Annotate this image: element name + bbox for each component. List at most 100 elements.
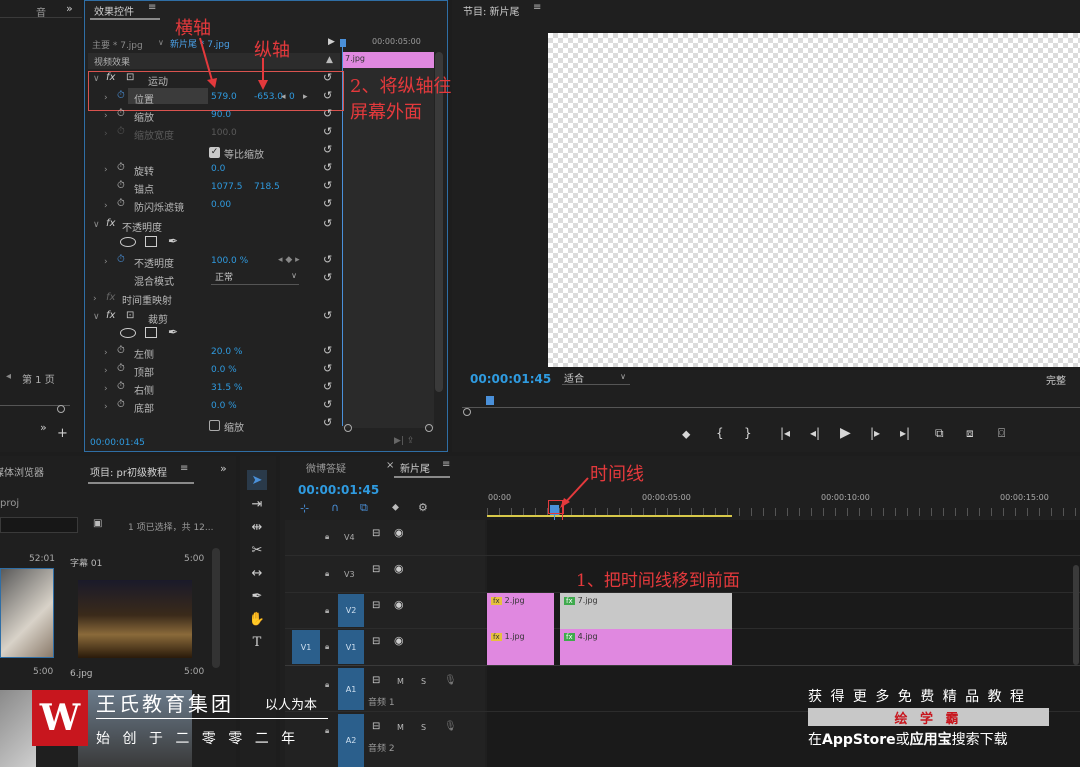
collapse-up-icon[interactable]: ▲ [326,55,333,65]
crop-left-caret-icon[interactable]: › [104,348,108,358]
opacity-value-caret-icon[interactable]: › [104,257,108,267]
track-v2-target[interactable]: V2 [338,594,364,627]
fit-dropdown[interactable]: 适合 ∨ [562,370,630,385]
clip-7jpg[interactable]: fx 7.jpg [560,593,732,629]
reset-icon-blend[interactable]: ↺ [323,271,332,284]
opacity-value[interactable]: 100.0 % [211,256,248,266]
add-icon[interactable]: + [57,426,68,441]
flicker-value[interactable]: 0.00 [211,200,231,210]
expand-icon[interactable]: » [66,2,73,15]
step-forward-icon[interactable]: |▸ [870,426,880,440]
magnet-icon[interactable]: ∩ [331,501,339,514]
reset-icon-scale[interactable]: ↺ [323,107,332,120]
project-scrollbar[interactable] [212,548,220,668]
stopwatch-icon[interactable]: ⏱ [117,180,125,191]
stopwatch-icon[interactable]: ⏱ [117,345,125,356]
mute-button[interactable]: M [397,677,404,686]
mark-in-icon[interactable]: { [716,426,724,440]
reset-icon-crop-left[interactable]: ↺ [323,344,332,357]
toggle-sync-icon[interactable]: ⊟ [372,528,380,539]
program-timecode[interactable]: 00:00:01:45 [470,372,551,386]
opacity-caret-icon[interactable]: ∨ [93,220,100,230]
rotation-value[interactable]: 0.0 [211,164,225,174]
program-zoom-handle[interactable] [463,408,471,416]
timeline-tab-close-icon[interactable]: × [386,460,394,471]
rectangle-mask-icon[interactable] [145,236,157,247]
scale-value[interactable]: 90.0 [211,110,231,120]
timeline-tab-active[interactable]: 新片尾 [400,460,430,475]
reset-icon-opacity[interactable]: ↺ [323,217,332,230]
blend-mode-dropdown[interactable]: 正常 ∨ [211,270,299,285]
track-select-tool-icon[interactable]: ⇥ [247,494,267,514]
wrench-icon[interactable]: ⚙ [418,501,428,514]
track-v1-target[interactable]: V1 [338,630,364,664]
ellipse-mask-icon[interactable] [120,237,136,247]
stopwatch-icon[interactable]: ⏱ [117,108,125,119]
flicker-caret-icon[interactable]: › [104,201,108,211]
reset-icon-rotation[interactable]: ↺ [323,161,332,174]
play-icon[interactable]: ▶ [840,425,851,441]
pen-mask-icon[interactable]: ✒ [168,234,178,248]
slip-tool-icon[interactable]: ↔ [247,563,267,583]
toggle-sync-icon[interactable]: ⊟ [372,636,380,647]
play-only-icon[interactable]: ▶ [328,37,335,47]
rotation-caret-icon[interactable]: › [104,165,108,175]
source-v1-patch[interactable]: V1 [292,630,320,664]
program-menu-icon[interactable]: ≡ [533,2,541,13]
program-monitor-tab[interactable]: 节目: 新片尾 [463,3,520,18]
left-ruler-handle[interactable] [57,405,65,413]
ec-zoom-handle-right[interactable] [425,424,433,432]
ec-zoom-handle[interactable] [344,424,352,432]
pen-tool-icon[interactable]: ✒ [247,586,267,606]
expand-icon[interactable]: » [220,462,227,475]
pen-mask-icon[interactable]: ✒ [168,325,178,339]
crop-right-caret-icon[interactable]: › [104,384,108,394]
crop-top-caret-icon[interactable]: › [104,366,108,376]
reset-icon-uniform[interactable]: ↺ [323,143,332,156]
stopwatch-icon[interactable]: ⏱ [117,381,125,392]
mic-icon[interactable]: 🎙︎ [444,721,457,732]
source-dropdown-icon[interactable]: ∨ [158,38,164,47]
time-remap-caret-icon[interactable]: › [93,294,97,304]
reset-icon-opacity-value[interactable]: ↺ [323,253,332,266]
ec-export-icon[interactable]: ▶| ⇪ [394,436,414,446]
project-menu-icon[interactable]: ≡ [180,463,188,474]
ec-scrollbar[interactable] [435,52,443,392]
crop-bottom-caret-icon[interactable]: › [104,402,108,412]
extract-icon[interactable]: ⧈ [966,426,974,441]
toggle-sync-icon[interactable]: ⊟ [372,675,380,686]
eye-icon[interactable]: ◉ [394,526,404,539]
go-to-out-icon[interactable]: ▸| [900,426,910,440]
linked-selection-icon[interactable]: ⧉ [360,501,368,515]
ec-clip-bar[interactable]: 7.jpg [342,52,434,68]
timeline-vscroll[interactable] [1073,565,1079,665]
add-marker-icon[interactable]: ⬥ [682,427,690,442]
anchor-y-value[interactable]: 718.5 [254,182,280,192]
rectangle-mask-icon[interactable] [145,327,157,338]
reset-icon-crop-top[interactable]: ↺ [323,362,332,375]
effect-controls-menu-icon[interactable]: ≡ [148,2,156,13]
timeline-menu-icon[interactable]: ≡ [442,459,450,470]
lock-icon[interactable]: 🔒︎ [325,606,329,616]
project-search-input[interactable] [0,517,78,533]
camera-icon[interactable]: ⌼ [998,426,1005,441]
marker-icon[interactable]: ⬥ [392,502,399,513]
expand-icon-bottom[interactable]: » [40,421,47,434]
step-back-icon[interactable]: ◂| [810,426,820,440]
stopwatch-icon[interactable]: ⏱ [117,162,125,173]
transform-icon[interactable]: ⊡ [126,310,134,321]
ec-playhead-marker[interactable] [340,39,346,47]
clip-4jpg[interactable]: fx 4.jpg [560,629,732,665]
reset-icon-crop-zoom[interactable]: ↺ [323,416,332,429]
work-area-bar[interactable] [487,515,732,517]
crop-left-value[interactable]: 20.0 % [211,347,242,357]
timeline-tab-weibo[interactable]: 微博答疑 [306,460,346,475]
eye-icon[interactable]: ◉ [394,598,404,611]
track-a2-target[interactable]: A2 [338,714,364,767]
keyframe-nav-icon[interactable]: ◂ ◆ ▸ [278,255,300,265]
mark-out-icon[interactable]: } [744,426,752,440]
stopwatch-icon[interactable]: ⏱ [117,363,125,374]
crop-top-value[interactable]: 0.0 % [211,365,237,375]
clip-1jpg[interactable]: fx 1.jpg [487,629,554,665]
crop-caret-icon[interactable]: ∨ [93,312,100,322]
